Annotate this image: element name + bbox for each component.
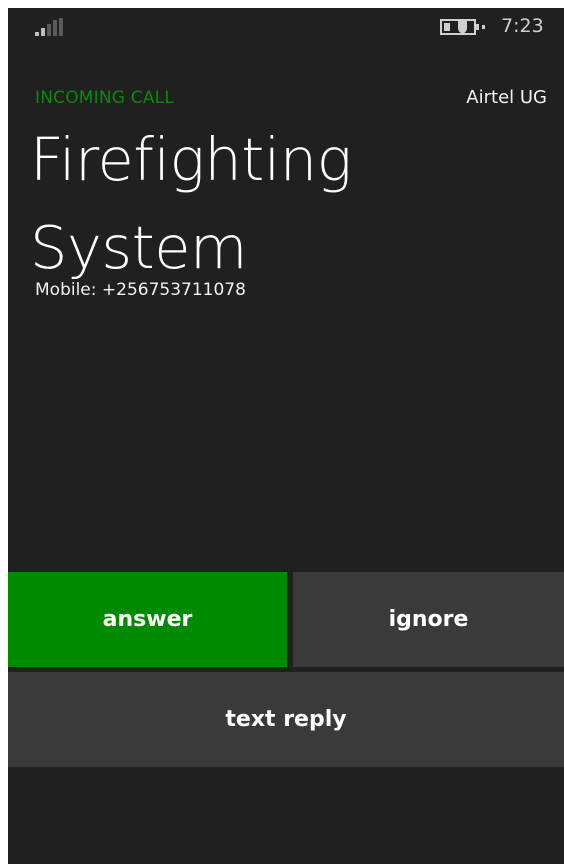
ignore-button[interactable]: ignore	[293, 572, 564, 667]
text-reply-button[interactable]: text reply	[8, 672, 564, 767]
battery-saver-icon	[440, 19, 485, 35]
caller-number: Mobile: +256753711078	[35, 280, 246, 300]
signal-strength-icon	[35, 18, 63, 36]
incoming-call-screen: 7:23 INCOMING CALL Airtel UG Firefightin…	[8, 8, 564, 864]
call-status-label: INCOMING CALL	[35, 88, 174, 108]
caller-name: Firefighting System	[30, 125, 352, 282]
answer-button[interactable]: answer	[8, 572, 287, 667]
status-bar: 7:23	[8, 8, 564, 48]
carrier-name: Airtel UG	[466, 87, 547, 108]
clock-time: 7:23	[501, 15, 544, 37]
